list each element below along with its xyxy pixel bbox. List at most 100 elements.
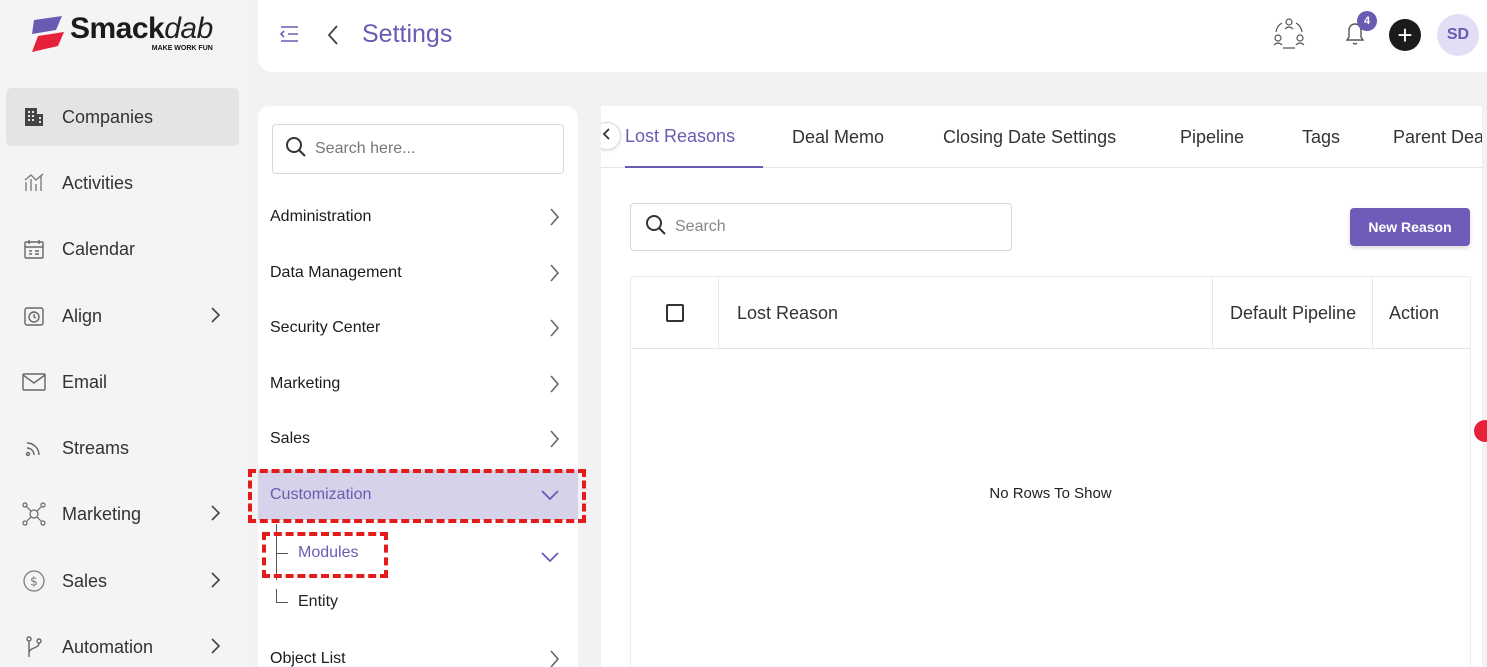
empty-state-text: No Rows To Show (989, 485, 1112, 502)
checkbox-icon (666, 304, 684, 322)
column-divider (1212, 277, 1213, 349)
select-all-checkbox[interactable] (666, 277, 684, 349)
nav-item-activities[interactable]: Activities (6, 154, 239, 212)
settings-section-administration[interactable]: Administration (258, 192, 578, 242)
section-label: Security Center (270, 319, 381, 336)
settings-section-security-center[interactable]: Security Center (258, 303, 578, 353)
column-header-lost-reason[interactable]: Lost Reason (737, 277, 838, 349)
brand-name-bold: Smack (70, 12, 165, 45)
search-icon (285, 136, 307, 163)
bell-icon (1343, 22, 1367, 51)
right-edge (1482, 106, 1487, 667)
nav-item-marketing[interactable]: Marketing (6, 485, 239, 543)
sub-item-label: Entity (298, 593, 339, 610)
chevron-right-icon (548, 318, 560, 343)
sub-item-entity[interactable]: Entity (276, 589, 339, 611)
settings-section-sales[interactable]: Sales (258, 414, 578, 464)
settings-section-object-list[interactable]: Object List (258, 634, 578, 667)
search-icon (645, 214, 667, 241)
section-label: Object List (270, 650, 346, 667)
nav-label: Activities (62, 172, 134, 193)
dollar-icon: $ (22, 569, 46, 593)
settings-search-input[interactable]: Search here... (272, 124, 564, 174)
chevron-down-icon[interactable] (540, 550, 560, 568)
chevron-left-icon (602, 127, 612, 146)
settings-section-data-management[interactable]: Data Management (258, 248, 578, 298)
chevron-right-icon (548, 263, 560, 288)
nav-label: Sales (62, 570, 108, 591)
tab-bar: Lost Reasons Deal Memo Closing Date Sett… (601, 106, 1482, 168)
chevron-right-icon (209, 504, 221, 527)
brand-logo[interactable]: Smackdab MAKE WORK FUN (30, 14, 213, 54)
brand-name-light: dab (164, 12, 213, 45)
column-divider (1372, 277, 1373, 349)
nav-item-calendar[interactable]: Calendar (6, 220, 239, 278)
brand-tagline: MAKE WORK FUN (151, 45, 213, 52)
nav-label: Email (62, 371, 108, 392)
plus-icon: + (1397, 20, 1413, 50)
back-arrow-icon[interactable] (326, 23, 340, 52)
chevron-right-icon (209, 306, 221, 329)
tab-closing-date-settings[interactable]: Closing Date Settings (943, 106, 1116, 168)
tab-tags[interactable]: Tags (1302, 106, 1340, 168)
section-label: Sales (270, 430, 311, 447)
building-icon (22, 105, 46, 129)
chevron-right-icon (548, 207, 560, 232)
nav-label: Automation (62, 636, 154, 657)
column-header-action[interactable]: Action (1389, 277, 1439, 349)
highlight-box-modules (262, 532, 388, 578)
create-button[interactable]: + (1389, 19, 1421, 51)
nav-item-companies[interactable]: Companies (6, 88, 239, 146)
rss-icon (22, 436, 46, 460)
page-title: Settings (362, 20, 453, 48)
tab-parent-deal[interactable]: Parent Dea (1393, 106, 1482, 168)
nav-item-sales[interactable]: $ Sales (6, 552, 239, 610)
section-label: Data Management (270, 264, 402, 281)
chevron-right-icon (548, 649, 560, 667)
nav-item-email[interactable]: Email (6, 353, 239, 411)
table-header: Lost Reason Default Pipeline Action (631, 277, 1470, 349)
tab-lost-reasons[interactable]: Lost Reasons (625, 106, 764, 168)
nav-label: Marketing (62, 503, 142, 524)
mail-icon (22, 370, 46, 394)
highlight-box-customization (248, 469, 586, 523)
reason-search-input[interactable]: Search (630, 203, 1012, 251)
notification-badge: 4 (1357, 10, 1377, 31)
settings-section-marketing[interactable]: Marketing (258, 359, 578, 409)
team-icon[interactable] (1271, 15, 1307, 56)
section-label: Administration (270, 208, 372, 225)
chevron-right-icon (209, 571, 221, 594)
menu-collapse-icon[interactable] (278, 24, 300, 49)
settings-panel: Search here... Administration Data Manag… (258, 106, 578, 667)
nav-label: Calendar (62, 238, 136, 259)
settings-search-placeholder: Search here... (315, 140, 416, 157)
nav-item-streams[interactable]: Streams (6, 419, 239, 477)
svg-text:$: $ (30, 575, 38, 589)
section-label: Marketing (270, 375, 341, 392)
chevron-right-icon (548, 374, 560, 399)
nav-item-align[interactable]: Align (6, 287, 239, 345)
tab-pipeline[interactable]: Pipeline (1180, 106, 1244, 168)
nav-label: Companies (62, 106, 154, 127)
bell-button[interactable]: 4 (1343, 10, 1377, 52)
clock-icon (22, 304, 46, 328)
network-icon (22, 502, 46, 526)
branch-icon (22, 635, 46, 659)
column-header-default-pipeline[interactable]: Default Pipeline (1230, 277, 1356, 349)
left-navigation: Smackdab MAKE WORK FUN Companies Activit… (0, 0, 248, 667)
chevron-right-icon (209, 637, 221, 660)
logo-mark-icon (30, 14, 66, 54)
tree-branch (276, 589, 288, 603)
top-bar: Settings 4 + SD (258, 0, 1487, 72)
calendar-icon (22, 237, 46, 261)
avatar[interactable]: SD (1437, 14, 1479, 56)
nav-item-automation[interactable]: Automation (6, 618, 239, 667)
chevron-right-icon (548, 429, 560, 454)
tab-deal-memo[interactable]: Deal Memo (792, 106, 884, 168)
activities-icon (22, 171, 46, 195)
column-divider (718, 277, 719, 349)
new-reason-button[interactable]: New Reason (1350, 208, 1470, 246)
nav-label: Align (62, 305, 103, 326)
lost-reasons-table: Lost Reason Default Pipeline Action No R… (630, 276, 1471, 667)
nav-label: Streams (62, 437, 130, 458)
